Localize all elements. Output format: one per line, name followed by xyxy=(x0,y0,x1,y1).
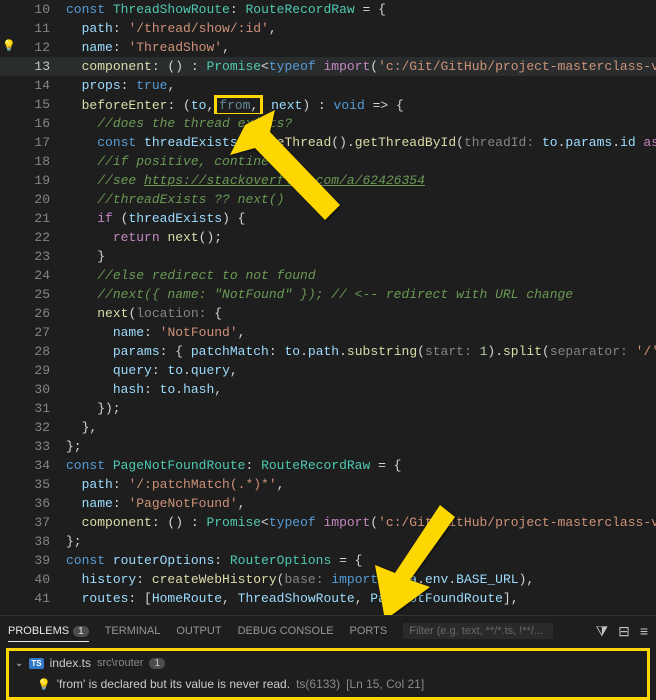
line-number: 20 xyxy=(18,190,66,209)
view-as-tree-icon[interactable]: ≡ xyxy=(640,623,648,640)
problem-message: 'from' is declared but its value is neve… xyxy=(57,677,290,691)
line-number: 40 xyxy=(18,570,66,589)
tab-debug-console[interactable]: DEBUG CONSOLE xyxy=(238,621,334,641)
typescript-file-icon: TS xyxy=(29,658,43,669)
line-number: 27 xyxy=(18,323,66,342)
line-number: 14 xyxy=(18,76,66,95)
line-number: 31 xyxy=(18,399,66,418)
problem-code: ts(6133) xyxy=(296,677,340,691)
line-number: 22 xyxy=(18,228,66,247)
line-number: 29 xyxy=(18,361,66,380)
line-number: 39 xyxy=(18,551,66,570)
highlighted-param: from, xyxy=(214,95,263,114)
problem-file-name: index.ts xyxy=(50,656,91,670)
line-number: 33 xyxy=(18,437,66,456)
tab-terminal[interactable]: TERMINAL xyxy=(105,621,161,641)
tab-problems[interactable]: PROBLEMS1 xyxy=(8,621,89,642)
line-number: 26 xyxy=(18,304,66,323)
problem-location: [Ln 15, Col 21] xyxy=(346,677,424,691)
line-number: 34 xyxy=(18,456,66,475)
line-number: 19 xyxy=(18,171,66,190)
line-number: 41 xyxy=(18,589,66,608)
line-number: 37 xyxy=(18,513,66,532)
line-number: 36 xyxy=(18,494,66,513)
line-number: 28 xyxy=(18,342,66,361)
line-number: 32 xyxy=(18,418,66,437)
line-number: 38 xyxy=(18,532,66,551)
line-number: 30 xyxy=(18,380,66,399)
tab-ports[interactable]: PORTS xyxy=(350,621,388,641)
filter-icon[interactable]: ⧩ xyxy=(596,623,609,640)
line-number: 21 xyxy=(18,209,66,228)
code-editor[interactable]: 10const ThreadShowRoute: RouteRecordRaw … xyxy=(0,0,656,615)
problem-file-path: src\router xyxy=(97,657,143,669)
line-number: 16 xyxy=(18,114,66,133)
problem-file-row[interactable]: ⌄ TS index.ts src\router 1 xyxy=(15,653,641,673)
active-line: 13 component: () : Promise<typeof import… xyxy=(0,57,656,76)
line-number: 11 xyxy=(18,19,66,38)
line-number: 12 xyxy=(18,38,66,57)
lightbulb-icon[interactable]: 💡 xyxy=(0,38,18,57)
line-number: 10 xyxy=(18,0,66,19)
problems-filter-input[interactable] xyxy=(403,623,553,639)
problem-file-count: 1 xyxy=(149,658,165,669)
panel-tabs: PROBLEMS1 TERMINAL OUTPUT DEBUG CONSOLE … xyxy=(0,616,656,646)
bottom-panel: PROBLEMS1 TERMINAL OUTPUT DEBUG CONSOLE … xyxy=(0,615,656,695)
line-number: 15 xyxy=(18,95,66,114)
line-number: 18 xyxy=(18,152,66,171)
problem-item[interactable]: 💡 'from' is declared but its value is ne… xyxy=(15,673,641,695)
tab-output[interactable]: OUTPUT xyxy=(176,621,221,641)
chevron-down-icon: ⌄ xyxy=(15,658,23,669)
line-number: 23 xyxy=(18,247,66,266)
line-number: 13 xyxy=(18,57,66,76)
hint-lightbulb-icon: 💡 xyxy=(37,678,51,691)
line-number: 35 xyxy=(18,475,66,494)
line-number: 24 xyxy=(18,266,66,285)
problems-list-highlighted: ⌄ TS index.ts src\router 1 💡 'from' is d… xyxy=(6,648,650,700)
line-number: 25 xyxy=(18,285,66,304)
line-number: 17 xyxy=(18,133,66,152)
collapse-icon[interactable]: ⊟ xyxy=(618,623,630,640)
